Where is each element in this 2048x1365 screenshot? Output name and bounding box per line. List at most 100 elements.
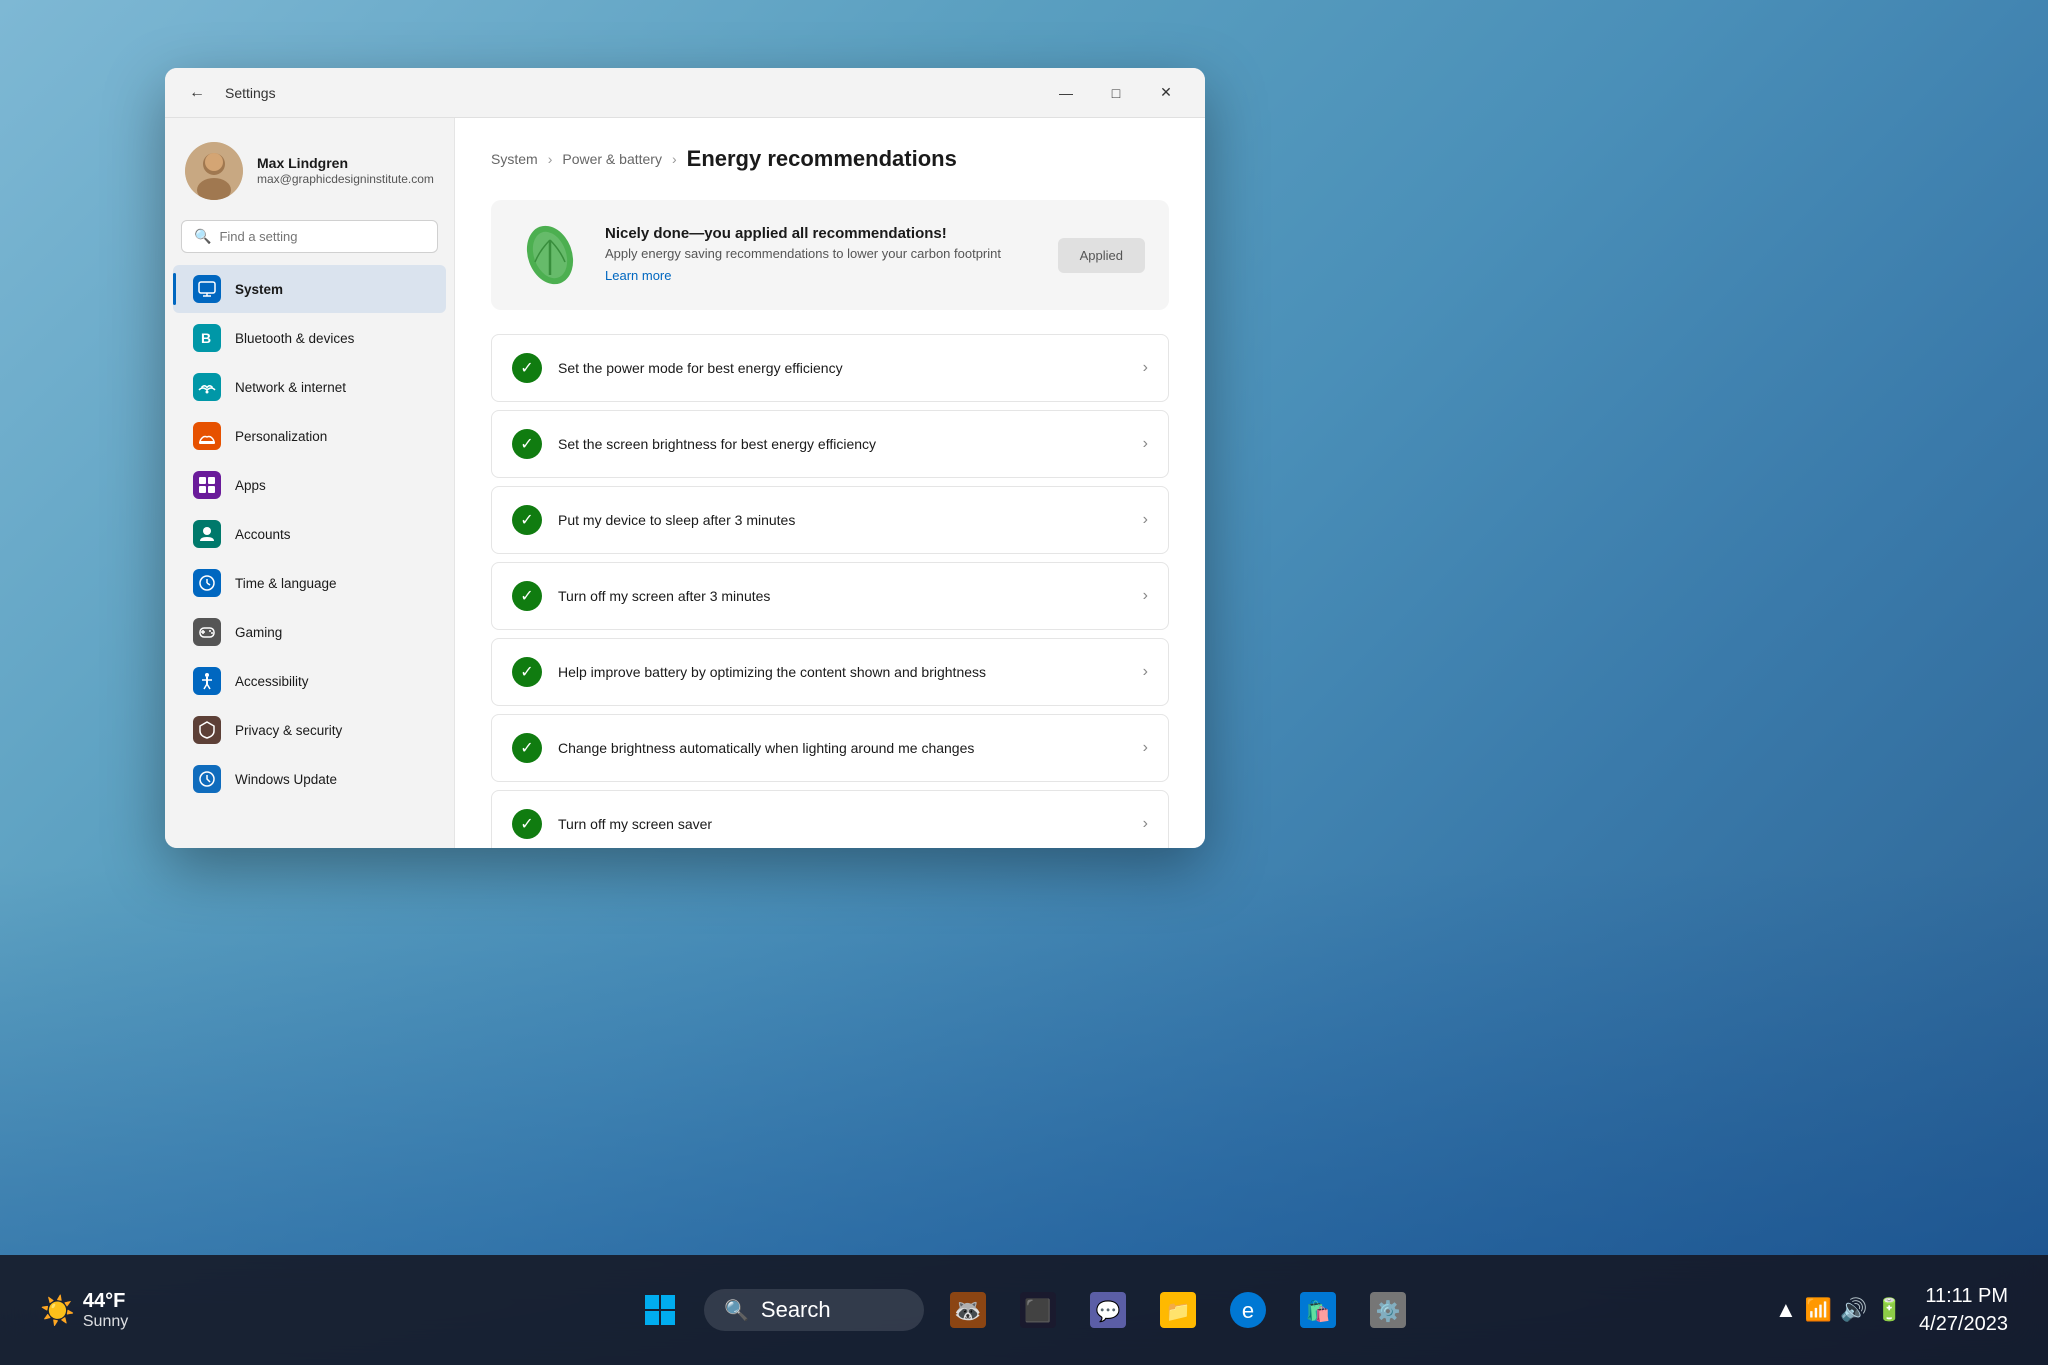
- sidebar-item-label-accessibility: Accessibility: [235, 674, 309, 689]
- chevron-icon[interactable]: ▲: [1775, 1297, 1797, 1323]
- check-circle-5: ✓: [512, 657, 542, 687]
- sidebar-item-label-update: Windows Update: [235, 772, 337, 787]
- taskbar-app-store[interactable]: 🛍️: [1292, 1284, 1344, 1336]
- rec-label-7: Turn off my screen saver: [558, 816, 1127, 832]
- sidebar-item-network[interactable]: Network & internet: [173, 363, 446, 411]
- volume-icon[interactable]: 🔊: [1840, 1297, 1867, 1323]
- personalization-nav-icon: [193, 422, 221, 450]
- sidebar-item-label-personalization: Personalization: [235, 429, 327, 444]
- user-name: Max Lindgren: [257, 154, 434, 172]
- avatar: [185, 142, 243, 200]
- svg-text:⚙️: ⚙️: [1376, 1299, 1401, 1323]
- breadcrumb-item-0[interactable]: System: [491, 151, 538, 167]
- privacy-nav-icon: [193, 716, 221, 744]
- recommendation-item-5[interactable]: ✓ Help improve battery by optimizing the …: [491, 638, 1169, 706]
- svg-text:🛍️: 🛍️: [1306, 1299, 1331, 1323]
- sidebar-item-label-gaming: Gaming: [235, 625, 282, 640]
- check-circle-2: ✓: [512, 429, 542, 459]
- search-box[interactable]: 🔍: [181, 220, 438, 253]
- breadcrumb-item-1[interactable]: Power & battery: [562, 151, 662, 167]
- taskbar-app-paint[interactable]: 🦝: [942, 1284, 994, 1336]
- sidebar-item-update[interactable]: Windows Update: [173, 755, 446, 803]
- check-circle-3: ✓: [512, 505, 542, 535]
- sidebar-item-privacy[interactable]: Privacy & security: [173, 706, 446, 754]
- taskbar-search-icon: 🔍: [724, 1298, 749, 1323]
- weather-temp: 44°F: [83, 1290, 128, 1313]
- weather-info: 44°F Sunny: [83, 1290, 128, 1331]
- recommendation-item-1[interactable]: ✓Set the power mode for best energy effi…: [491, 334, 1169, 402]
- taskbar-app-edge[interactable]: e: [1222, 1284, 1274, 1336]
- recommendation-item-4[interactable]: ✓Turn off my screen after 3 minutes›: [491, 562, 1169, 630]
- breadcrumb-separator-1: ›: [548, 151, 553, 167]
- rec-chevron-1: ›: [1143, 359, 1148, 377]
- sidebar-item-label-network: Network & internet: [235, 380, 346, 395]
- sidebar-item-system[interactable]: System: [173, 265, 446, 313]
- weather-condition: Sunny: [83, 1313, 128, 1331]
- sidebar-item-accessibility[interactable]: Accessibility: [173, 657, 446, 705]
- sidebar: Max Lindgren max@graphicdesigninstitute.…: [165, 118, 455, 848]
- rec-label-6: Change brightness automatically when lig…: [558, 740, 1127, 756]
- rec-chevron-3: ›: [1143, 511, 1148, 529]
- taskbar-search[interactable]: 🔍 Search: [704, 1289, 924, 1331]
- taskbar-search-label: Search: [761, 1297, 831, 1323]
- wifi-icon[interactable]: 📶: [1805, 1297, 1832, 1323]
- system-nav-icon: [193, 275, 221, 303]
- taskbar-app-terminal[interactable]: ⬛: [1012, 1284, 1064, 1336]
- start-button[interactable]: [634, 1284, 686, 1336]
- rec-label-5: Help improve battery by optimizing the c…: [558, 664, 1127, 680]
- taskbar: ☀️ 44°F Sunny 🔍 Search 🦝: [0, 1255, 2048, 1365]
- system-tray[interactable]: ▲ 📶 🔊 🔋: [1775, 1297, 1903, 1323]
- time-nav-icon: [193, 569, 221, 597]
- sidebar-item-apps[interactable]: Apps: [173, 461, 446, 509]
- taskbar-app-settings[interactable]: ⚙️: [1362, 1284, 1414, 1336]
- back-button[interactable]: ←: [181, 77, 213, 109]
- rec-chevron-4: ›: [1143, 587, 1148, 605]
- check-circle-4: ✓: [512, 581, 542, 611]
- svg-text:⬛: ⬛: [1024, 1298, 1051, 1323]
- taskbar-app-files[interactable]: 📁: [1152, 1284, 1204, 1336]
- clock-time: 11:11 PM: [1919, 1282, 2008, 1310]
- window-title: Settings: [225, 85, 276, 101]
- sidebar-item-time[interactable]: Time & language: [173, 559, 446, 607]
- recommendation-item-7[interactable]: ✓Turn off my screen saver›: [491, 790, 1169, 848]
- battery-icon[interactable]: 🔋: [1876, 1297, 1903, 1323]
- recommendation-item-2[interactable]: ✓ Set the screen brightness for best ener…: [491, 410, 1169, 478]
- recommendation-item-6[interactable]: ✓Change brightness automatically when li…: [491, 714, 1169, 782]
- taskbar-app-teams[interactable]: 💬: [1082, 1284, 1134, 1336]
- rec-chevron-7: ›: [1143, 815, 1148, 833]
- svg-text:📁: 📁: [1166, 1301, 1191, 1323]
- search-input[interactable]: [219, 229, 425, 244]
- sidebar-item-personalization[interactable]: Personalization: [173, 412, 446, 460]
- svg-text:e: e: [1242, 1298, 1254, 1323]
- taskbar-right: ▲ 📶 🔊 🔋 11:11 PM 4/27/2023: [1775, 1282, 2008, 1338]
- rec-label-2: Set the screen brightness for best energ…: [558, 436, 1127, 452]
- main-content: System › Power & battery › Energy recommenda…: [455, 118, 1205, 848]
- breadcrumb: System › Power & battery › Energy recommenda…: [491, 146, 1169, 172]
- energy-banner: Nicely done—you applied all recommendati…: [491, 200, 1169, 310]
- clock-date: 4/27/2023: [1919, 1310, 2008, 1338]
- breadcrumb-item-2: Energy recommendations: [687, 146, 957, 172]
- maximize-button[interactable]: □: [1093, 77, 1139, 109]
- clock[interactable]: 11:11 PM 4/27/2023: [1919, 1282, 2008, 1338]
- close-button[interactable]: ✕: [1143, 77, 1189, 109]
- breadcrumb-separator-2: ›: [672, 151, 677, 167]
- user-email: max@graphicdesigninstitute.com: [257, 172, 434, 188]
- search-icon: 🔍: [194, 228, 211, 245]
- rec-label-3: Put my device to sleep after 3 minutes: [558, 512, 1127, 528]
- learn-more-link[interactable]: Learn more: [605, 268, 671, 283]
- rec-chevron-5: ›: [1143, 663, 1148, 681]
- recommendation-item-3[interactable]: ✓ Put my device to sleep after 3 minutes ›: [491, 486, 1169, 554]
- sidebar-item-label-privacy: Privacy & security: [235, 723, 342, 738]
- sidebar-item-gaming[interactable]: Gaming: [173, 608, 446, 656]
- weather-widget[interactable]: ☀️ 44°F Sunny: [40, 1290, 128, 1331]
- sidebar-item-accounts[interactable]: Accounts: [173, 510, 446, 558]
- update-nav-icon: [193, 765, 221, 793]
- gaming-nav-icon: [193, 618, 221, 646]
- minimize-button[interactable]: —: [1043, 77, 1089, 109]
- applied-button: Applied: [1058, 238, 1145, 273]
- taskbar-center: 🔍 Search 🦝 ⬛ 💬 📁: [634, 1284, 1414, 1336]
- apps-nav-icon: [193, 471, 221, 499]
- banner-title: Nicely done—you applied all recommendati…: [605, 225, 1038, 242]
- sidebar-item-bluetooth[interactable]: BBluetooth & devices: [173, 314, 446, 362]
- user-profile[interactable]: Max Lindgren max@graphicdesigninstitute.…: [165, 130, 454, 220]
